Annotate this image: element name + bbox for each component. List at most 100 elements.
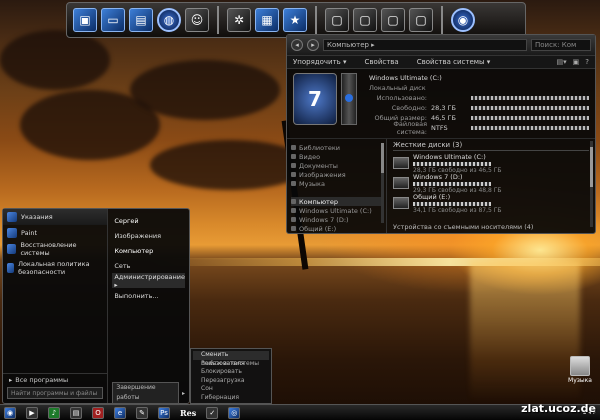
star-icon[interactable]: ★ (283, 8, 307, 32)
program-icon (7, 212, 17, 222)
nav-item-drive-c[interactable]: Windows Ultimate (C:) (291, 206, 382, 215)
gear-icon[interactable]: ✲ (227, 8, 251, 32)
program-item[interactable]: Указания (3, 209, 108, 225)
resource-hacker-icon[interactable]: Res (180, 408, 196, 418)
content-scrollbar[interactable] (590, 141, 593, 227)
administration-link[interactable]: Администрирование ▸ (112, 273, 185, 289)
explorer-window: ◂ ▸ Компьютер ▸ Поиск: Ком Упорядочить ▾… (286, 34, 596, 234)
monitor-icon[interactable]: ▭ (101, 8, 125, 32)
drive-item[interactable]: Windows Ultimate (C:) 28,3 ГБ свободно и… (393, 153, 589, 174)
nav-item-drive-e[interactable]: Общий (E:) (291, 224, 382, 233)
shutdown-options-arrow[interactable]: ▸ (182, 390, 185, 397)
check-icon[interactable]: ✓ (206, 406, 219, 419)
all-programs-button[interactable]: ▸ Все программы (3, 373, 108, 385)
system-restore-icon (7, 244, 17, 254)
desktop-icon-label: Музыка (568, 377, 592, 384)
media-player-icon[interactable]: ▶ (26, 406, 38, 419)
network-icon[interactable]: ◉ (451, 8, 475, 32)
nav-scrollbar[interactable] (381, 143, 384, 223)
usage-bar (471, 126, 589, 130)
preview-pane-icon[interactable]: ▣ (573, 58, 580, 66)
user-icon[interactable]: ☺ (185, 8, 209, 32)
navigation-pane: Библиотеки Видео Документы Изображения М… (287, 139, 387, 233)
search-input[interactable]: Поиск: Ком (531, 39, 591, 51)
hibernate-item[interactable]: Гибернация (193, 394, 269, 403)
nav-item-drive-d[interactable]: Windows 7 (D:) (291, 215, 382, 224)
program-label: Локальная политика безопасности (18, 260, 90, 276)
globe-icon[interactable]: ◍ (157, 8, 181, 32)
detail-value: 46,5 ГБ (431, 114, 456, 122)
program-item[interactable]: Восстановление системы (3, 241, 107, 257)
view-options-icon[interactable]: ▤▾ (557, 58, 567, 66)
nav-item-documents[interactable]: Документы (291, 161, 382, 170)
program-item[interactable]: Paint (3, 225, 107, 241)
nav-item-libraries[interactable]: Библиотеки (291, 143, 382, 152)
run-link[interactable]: Выполнить... (112, 288, 185, 303)
address-bar[interactable]: Компьютер ▸ (323, 39, 527, 51)
shutdown-button[interactable]: Завершение работы (112, 382, 179, 404)
hard-drives-header[interactable]: Жесткие диски (3) (393, 141, 589, 151)
drive-item[interactable]: Windows 7 (D:) 29,3 ГБ свободно из 48,8 … (393, 173, 589, 194)
explorer-icon[interactable]: ▤ (70, 406, 82, 419)
desktop-icon-music[interactable]: Музыка (566, 356, 594, 384)
program-label: Восстановление системы (20, 241, 77, 257)
dock-separator (217, 6, 219, 34)
start-search-input[interactable]: Найти программы и файлы (7, 387, 104, 399)
music-icon (291, 181, 296, 186)
drive-item[interactable]: Общий (E:) 34,1 ГБ свободно из 87,5 ГБ (393, 192, 589, 214)
switch-user-item[interactable]: Сменить пользователя (193, 351, 269, 367)
removable-devices-header[interactable]: Устройства со съемными носителями (4) (393, 223, 533, 231)
window-icon[interactable]: ▢ (409, 8, 433, 32)
nav-item-label: Библиотеки (299, 143, 340, 152)
usage-bar (471, 106, 589, 110)
nav-item-label: Изображения (299, 170, 346, 179)
organize-button[interactable]: Упорядочить ▾ (293, 58, 347, 66)
sleep-item[interactable]: Сон (193, 385, 269, 394)
internet-icon[interactable]: e (114, 406, 126, 419)
ie-icon[interactable]: ◎ (228, 406, 241, 419)
app-icon[interactable]: ♪ (48, 406, 60, 419)
window-icon[interactable]: ▢ (381, 8, 405, 32)
computer-link[interactable]: Компьютер (112, 243, 185, 258)
nav-item-label: Компьютер (299, 197, 338, 206)
program-label: Указания (21, 213, 53, 221)
program-label: Paint (21, 229, 38, 237)
pictures-link[interactable]: Изображения (112, 228, 185, 243)
forward-button[interactable]: ▸ (307, 39, 319, 51)
log-off-item[interactable]: Выйти из системы (193, 360, 269, 369)
help-icon[interactable]: ? (585, 58, 589, 66)
drive-name: Общий (E:) (413, 192, 451, 201)
lock-item[interactable]: Блокировать (193, 368, 269, 377)
computer-icon[interactable]: ▤ (129, 8, 153, 32)
system-properties-button[interactable]: Свойства системы ▾ (417, 58, 491, 66)
nav-item-music[interactable]: Музыка (291, 179, 382, 188)
video-icon (291, 154, 296, 159)
cloud (130, 60, 280, 120)
nav-item-video[interactable]: Видео (291, 152, 382, 161)
pictures-icon (291, 172, 296, 177)
explorer-titlebar: ◂ ▸ Компьютер ▸ Поиск: Ком (287, 35, 595, 55)
program-item[interactable]: Локальная политика безопасности (3, 257, 107, 279)
drive-icon (291, 208, 296, 213)
properties-button[interactable]: Свойства (365, 58, 399, 66)
detail-label: Свободно: (391, 104, 427, 112)
nav-item-computer[interactable]: Компьютер (291, 197, 382, 206)
network-link[interactable]: Сеть (112, 258, 185, 273)
library-icon (291, 145, 296, 150)
document-icon[interactable]: ▦ (255, 8, 279, 32)
photoshop-icon[interactable]: Ps (158, 406, 170, 419)
drive-usage-bar (413, 201, 491, 206)
computer-icon (291, 199, 296, 204)
start-menu: Указания Paint Восстановление системы Ло… (2, 208, 190, 404)
paint-icon[interactable]: ✎ (136, 406, 148, 419)
back-button[interactable]: ◂ (291, 39, 303, 51)
opera-icon[interactable]: O (92, 406, 104, 419)
folder-icon[interactable]: ▣ (73, 8, 97, 32)
nav-item-pictures[interactable]: Изображения (291, 170, 382, 179)
top-dock: ▣ ▭ ▤ ◍ ☺ ✲ ▦ ★ ▢ ▢ ▢ ▢ ◉ (66, 2, 526, 38)
user-link[interactable]: Сергей (112, 213, 185, 228)
window-icon[interactable]: ▢ (325, 8, 349, 32)
start-orb-icon[interactable]: ◉ (4, 406, 16, 419)
restart-item[interactable]: Перезагрузка (193, 377, 269, 386)
window-icon[interactable]: ▢ (353, 8, 377, 32)
